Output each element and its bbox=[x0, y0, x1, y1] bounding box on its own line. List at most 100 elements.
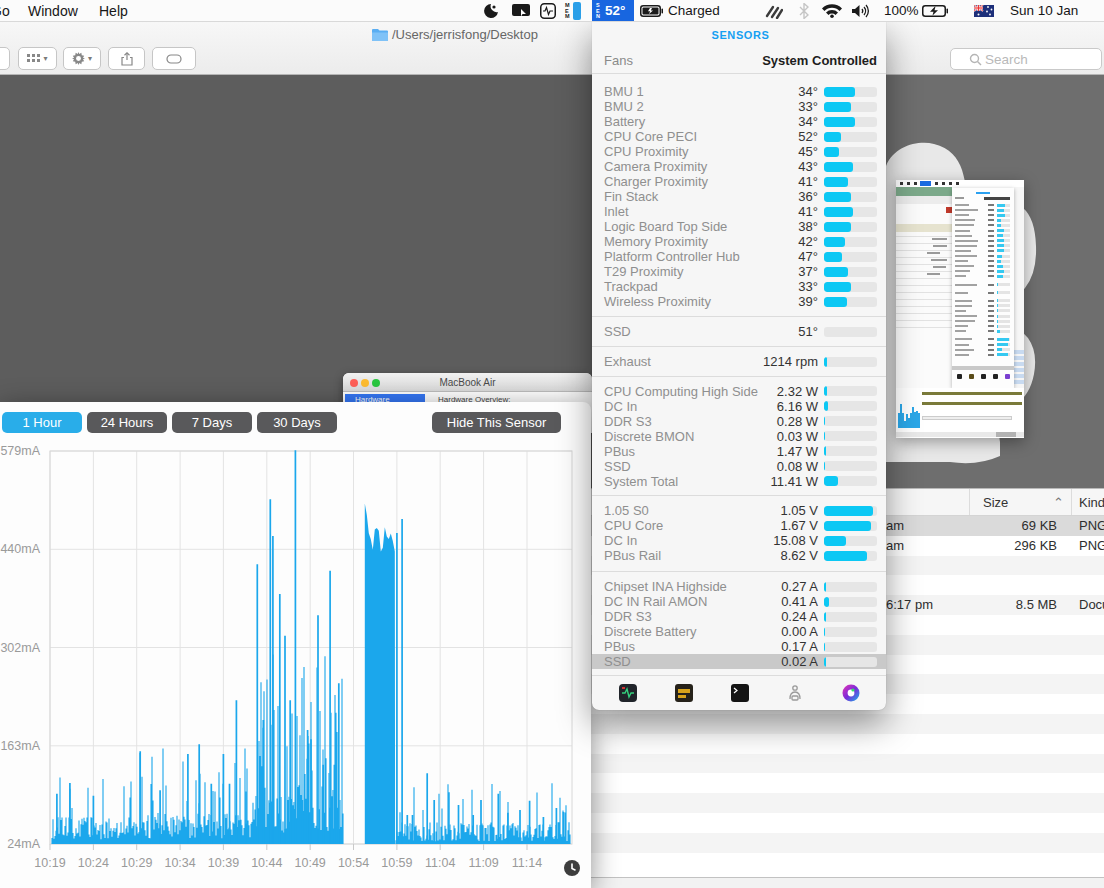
battery-charged-icon[interactable] bbox=[640, 5, 663, 17]
menu-go[interactable]: Go bbox=[0, 0, 10, 22]
clock-icon[interactable] bbox=[564, 860, 580, 876]
fan-icon[interactable] bbox=[763, 3, 783, 19]
volume-icon[interactable] bbox=[852, 4, 872, 18]
sensor-row[interactable]: Exhaust1214 rpm bbox=[604, 354, 877, 369]
column-size[interactable]: Size bbox=[983, 489, 1008, 517]
sensor-row[interactable]: DDR S30.24 A bbox=[604, 609, 877, 624]
column-kind[interactable]: Kind bbox=[1079, 489, 1104, 517]
sensor-row[interactable]: Chipset INA Highside0.27 A bbox=[604, 579, 877, 594]
panel-app-icons bbox=[604, 676, 877, 709]
waveform-app-icon[interactable] bbox=[618, 683, 638, 703]
sensor-label: Trackpad bbox=[604, 279, 798, 294]
table-row[interactable] bbox=[578, 754, 1104, 774]
sensor-row[interactable]: SSD51° bbox=[604, 324, 877, 339]
sensor-bar bbox=[824, 642, 877, 652]
sensor-row[interactable]: Discrete BMON0.03 W bbox=[604, 429, 877, 444]
sensor-row[interactable]: DC In15.08 V bbox=[604, 533, 877, 548]
waveform-app-icon[interactable] bbox=[540, 3, 556, 19]
sensor-row[interactable]: Battery34° bbox=[604, 114, 877, 129]
back-button[interactable] bbox=[0, 47, 10, 70]
sensor-row[interactable]: CPU Core1.67 V bbox=[604, 518, 877, 533]
table-row[interactable] bbox=[578, 793, 1104, 813]
sensor-bar bbox=[824, 237, 877, 247]
sensor-row[interactable]: Discrete Battery0.00 A bbox=[604, 624, 877, 639]
sensor-bar bbox=[824, 597, 877, 607]
sensor-row[interactable]: Fin Stack36° bbox=[604, 189, 877, 204]
sensor-row[interactable]: PBus Rail8.62 V bbox=[604, 548, 877, 563]
mem-indicator-bar[interactable] bbox=[573, 2, 581, 20]
sensor-row[interactable]: CPU Computing High Side2.32 W bbox=[604, 384, 877, 399]
sensor-row[interactable]: BMU 134° bbox=[604, 84, 877, 99]
sensor-bar bbox=[824, 132, 877, 142]
table-row[interactable] bbox=[578, 734, 1104, 754]
sensor-row[interactable]: Logic Board Top Side38° bbox=[604, 219, 877, 234]
tag-button[interactable] bbox=[152, 47, 196, 70]
grabber-app-icon[interactable] bbox=[785, 683, 805, 703]
sensor-label: Discrete Battery bbox=[604, 624, 781, 639]
wifi-icon[interactable] bbox=[822, 4, 842, 18]
colorwheel-app-icon[interactable] bbox=[841, 683, 861, 703]
sensor-row[interactable]: PBus0.17 A bbox=[604, 639, 877, 654]
sensor-row[interactable]: System Total11.41 W bbox=[604, 474, 877, 489]
sensor-label: Discrete BMON bbox=[604, 429, 777, 444]
table-row[interactable] bbox=[578, 833, 1104, 853]
sensor-row[interactable]: DC In6.16 W bbox=[604, 399, 877, 414]
sensor-row[interactable]: SSD0.02 A bbox=[592, 654, 886, 669]
table-row[interactable] bbox=[578, 813, 1104, 833]
sensor-value: 0.28 W bbox=[777, 414, 818, 429]
gear-icon bbox=[72, 52, 85, 65]
sensor-bar bbox=[824, 177, 877, 187]
sensor-row[interactable]: Memory Proximity42° bbox=[604, 234, 877, 249]
sensor-row[interactable]: Camera Proximity43° bbox=[604, 159, 877, 174]
sensor-label: Wireless Proximity bbox=[604, 294, 798, 309]
menu-help[interactable]: Help bbox=[99, 0, 128, 22]
sensor-row[interactable]: Platform Controller Hub47° bbox=[604, 249, 877, 264]
sensor-row[interactable]: T29 Proximity37° bbox=[604, 264, 877, 279]
tag-icon bbox=[166, 54, 182, 64]
sensor-value: 2.32 W bbox=[777, 384, 818, 399]
sensor-row[interactable]: DDR S30.28 W bbox=[604, 414, 877, 429]
sensor-row[interactable]: Wireless Proximity39° bbox=[604, 294, 877, 309]
mini-window-titlebar[interactable]: MacBook Air bbox=[343, 373, 592, 392]
action-button[interactable]: ▾ bbox=[63, 47, 101, 70]
sensor-bar bbox=[824, 657, 877, 667]
sensor-row[interactable]: Trackpad33° bbox=[604, 279, 877, 294]
sensor-value: 38° bbox=[798, 219, 818, 234]
sensor-row[interactable]: CPU Proximity45° bbox=[604, 144, 877, 159]
warning-app-icon[interactable] bbox=[674, 683, 694, 703]
menu-window[interactable]: Window bbox=[28, 0, 78, 22]
moon-icon[interactable] bbox=[483, 3, 500, 19]
battery-percent-text[interactable]: 100% bbox=[884, 0, 919, 22]
sensor-value: 0.17 A bbox=[781, 639, 818, 654]
bluetooth-icon[interactable] bbox=[799, 3, 809, 19]
view-options-button[interactable]: ▾ bbox=[18, 47, 57, 70]
share-button[interactable] bbox=[108, 47, 145, 70]
battery-state-text[interactable]: Charged bbox=[668, 0, 720, 22]
sensor-row[interactable]: DC IN Rail AMON0.41 A bbox=[604, 594, 877, 609]
australia-flag-icon[interactable] bbox=[974, 5, 994, 17]
terminal-app-icon[interactable] bbox=[730, 683, 750, 703]
sensor-menu-extra[interactable]: SEN 52° bbox=[592, 0, 634, 22]
menu-clock[interactable]: Sun 10 Jan 11:19 am bbox=[1010, 0, 1104, 22]
sensor-row[interactable]: BMU 233° bbox=[604, 99, 877, 114]
sensor-row[interactable]: SSD0.08 W bbox=[604, 459, 877, 474]
table-row[interactable] bbox=[578, 714, 1104, 734]
table-row[interactable] bbox=[578, 853, 1104, 873]
battery-charging-icon[interactable] bbox=[922, 5, 948, 17]
sensor-row[interactable]: 1.05 S01.05 V bbox=[604, 503, 877, 518]
mem-indicator-label: MEM bbox=[565, 3, 570, 20]
display-icon[interactable] bbox=[512, 4, 530, 18]
fans-row[interactable]: Fans System Controlled bbox=[604, 47, 877, 73]
x-axis-label: 10:44 bbox=[247, 856, 287, 870]
sensor-row[interactable]: Inlet41° bbox=[604, 204, 877, 219]
search-input[interactable]: Search bbox=[950, 48, 1102, 70]
sensor-label: Battery bbox=[604, 114, 798, 129]
table-row[interactable] bbox=[578, 773, 1104, 793]
screenshot-preview-thumbnail[interactable] bbox=[896, 180, 1024, 438]
sensor-label: Logic Board Top Side bbox=[604, 219, 798, 234]
sensor-value: 0.03 W bbox=[777, 429, 818, 444]
sensor-row[interactable]: CPU Core PECI52° bbox=[604, 129, 877, 144]
sensor-row[interactable]: PBus1.47 W bbox=[604, 444, 877, 459]
sort-caret-icon[interactable]: ⌃ bbox=[1053, 489, 1064, 517]
sensor-row[interactable]: Charger Proximity41° bbox=[604, 174, 877, 189]
